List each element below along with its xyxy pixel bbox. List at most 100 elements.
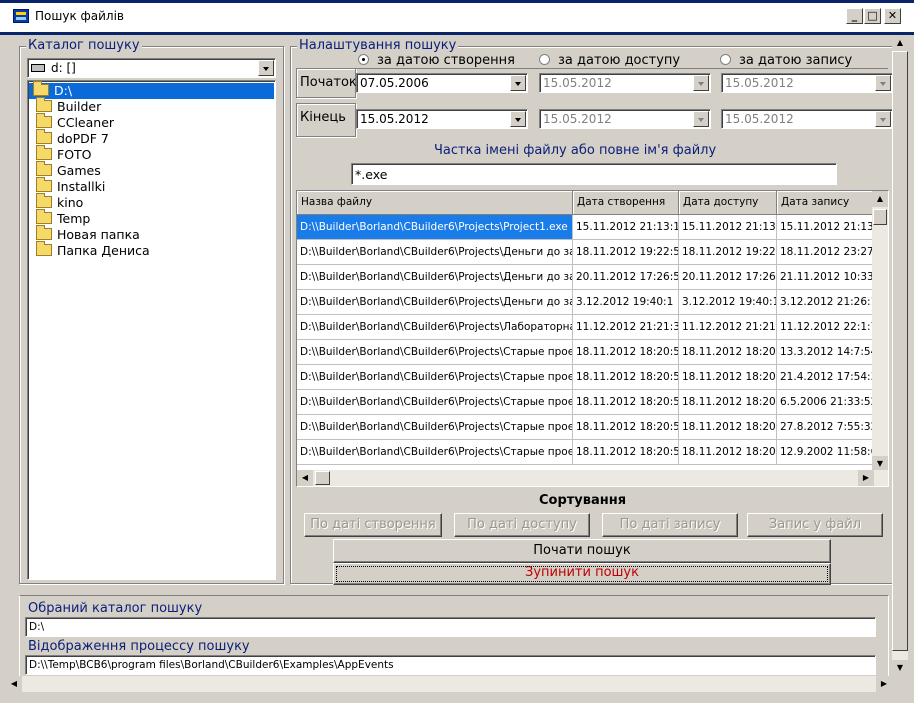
app-icon [13, 9, 29, 23]
folder-icon [36, 145, 52, 160]
chosen-catalog-label: Обраний каталог пошуку [28, 601, 203, 616]
folder-icon [36, 193, 52, 208]
column-header[interactable]: Дата створення [573, 191, 679, 215]
window-scroll-down-icon[interactable]: ▼ [892, 660, 908, 676]
table-cell: 18.11.2012 18:20:53 [679, 440, 777, 465]
radio-dot-created[interactable] [358, 54, 369, 65]
table-cell: D:\\Builder\Borland\CBuilder6\Projects\С… [297, 440, 573, 465]
grid-header: Назва файлу Дата створення Дата доступу Дат… [297, 191, 874, 215]
table-cell: 3.12.2012 19:40:1 [679, 290, 777, 315]
table-cell: D:\\Builder\Borland\CBuilder6\Projects\P… [297, 215, 573, 240]
table-row[interactable]: D:\\Builder\Borland\CBuilder6\Projects\С… [297, 390, 874, 415]
radio-by-created[interactable]: за датою створення [358, 53, 515, 68]
end-created-value: 15.05.2012 [360, 112, 429, 126]
table-cell: 11.12.2012 21:21:39 [573, 315, 679, 340]
sort-by-written-button[interactable]: По даті запису [602, 513, 738, 537]
window-vertical-scrollbar[interactable]: ▲ ▼ [892, 35, 908, 676]
window-horizontal-scrollbar[interactable]: ◀ ▶ [6, 676, 892, 692]
radio-by-accessed[interactable]: за датою доступу [539, 53, 680, 68]
folder-tree-item[interactable]: D:\ [29, 81, 274, 99]
folder-tree[interactable]: D:\ Builder CCleaner doPDF 7 FOTO Games Instal… [27, 80, 276, 580]
folder-tree-item[interactable]: Builder [36, 97, 101, 115]
folder-tree-label: Папка Дениса [57, 243, 150, 258]
table-row[interactable]: D:\\Builder\Borland\CBuilder6\Projects\Д… [297, 290, 874, 315]
folder-tree-item[interactable]: Новая папка [36, 225, 140, 243]
drive-dropdown-button[interactable] [258, 60, 274, 76]
save-to-file-button[interactable]: Запис у файл [747, 513, 883, 537]
start-label-box: Початок [296, 68, 357, 98]
folder-icon [36, 209, 52, 224]
grid-hscroll-thumb[interactable] [315, 471, 330, 485]
stop-search-button[interactable]: Зупинити пошук [333, 563, 831, 585]
results-grid[interactable]: Назва файлу Дата створення Дата доступу Дат… [296, 190, 889, 487]
table-cell: 3.12.2012 21:26:14 [777, 290, 874, 315]
table-cell: 18.11.2012 18:20:50 [573, 365, 679, 390]
maximize-button[interactable]: □ [864, 8, 881, 24]
start-label: Початок [300, 75, 357, 90]
column-header[interactable]: Назва файлу [297, 191, 573, 215]
radio-by-written[interactable]: за датою запису [720, 53, 852, 68]
grid-horizontal-scrollbar[interactable]: ◀ ▶ [297, 470, 888, 486]
table-cell: D:\\Builder\Borland\CBuilder6\Projects\Д… [297, 265, 573, 290]
column-header[interactable]: Дата доступу [679, 191, 777, 215]
folder-icon [36, 129, 52, 144]
table-row[interactable]: D:\\Builder\Borland\CBuilder6\Projects\С… [297, 365, 874, 390]
chosen-catalog-field[interactable]: D:\ [25, 617, 876, 637]
table-row[interactable]: D:\\Builder\Borland\CBuilder6\Projects\Л… [297, 315, 874, 340]
radio-label-written: за датою запису [739, 53, 853, 68]
table-cell: 21.11.2012 10:33:3 [777, 265, 874, 290]
table-row[interactable]: D:\\Builder\Borland\CBuilder6\Projects\С… [297, 440, 874, 465]
folder-tree-item[interactable]: doPDF 7 [36, 129, 109, 147]
start-created-date[interactable]: 07.05.2006 [356, 73, 528, 93]
scroll-up-icon[interactable]: ▲ [872, 191, 888, 207]
start-written-value: 15.05.2012 [725, 76, 794, 90]
window-scroll-right-icon[interactable]: ▶ [876, 676, 892, 692]
table-row[interactable]: D:\\Builder\Borland\CBuilder6\Projects\P… [297, 215, 874, 240]
start-created-dropdown[interactable] [510, 75, 526, 91]
table-cell: 18.11.2012 18:20:53 [573, 440, 679, 465]
scroll-right-icon[interactable]: ▶ [858, 470, 874, 486]
folder-tree-item[interactable]: Games [36, 161, 101, 179]
folder-tree-item[interactable]: CCleaner [36, 113, 114, 131]
table-cell: 11.12.2012 21:21:39 [679, 315, 777, 340]
table-cell: 27.8.2012 7:55:32 [777, 415, 874, 440]
folder-tree-label: FOTO [57, 147, 92, 162]
radio-label-accessed: за датою доступу [558, 53, 681, 68]
table-cell: 3.12.2012 19:40:1 [573, 290, 679, 315]
sort-by-created-button[interactable]: По даті створення [304, 513, 442, 537]
radio-dot-accessed[interactable] [539, 54, 550, 65]
scroll-left-icon[interactable]: ◀ [297, 470, 313, 486]
minimize-button[interactable]: _ [846, 8, 863, 24]
end-created-date[interactable]: 15.05.2012 [356, 109, 528, 129]
end-created-dropdown[interactable] [510, 111, 526, 127]
table-row[interactable]: D:\\Builder\Borland\CBuilder6\Projects\С… [297, 340, 874, 365]
search-progress-field[interactable]: D:\\Temp\BCB6\program files\Borland\CBui… [25, 655, 876, 675]
folder-tree-label: doPDF 7 [57, 131, 109, 146]
folder-tree-label: Новая папка [57, 227, 140, 242]
table-row[interactable]: D:\\Builder\Borland\CBuilder6\Projects\С… [297, 415, 874, 440]
column-header[interactable]: Дата запису [777, 191, 874, 215]
file-name-input[interactable]: *.exe [351, 163, 837, 185]
table-cell: 18.11.2012 19:22:53 [679, 240, 777, 265]
table-cell: 20.11.2012 17:26:57 [679, 265, 777, 290]
window-scroll-up-icon[interactable]: ▲ [892, 35, 908, 51]
sort-by-accessed-button[interactable]: По даті доступу [454, 513, 590, 537]
window-scroll-left-icon[interactable]: ◀ [6, 676, 22, 692]
radio-dot-written[interactable] [720, 54, 731, 65]
grid-vscroll-thumb[interactable] [873, 209, 887, 225]
folder-tree-label: Games [57, 163, 101, 178]
table-cell: 15.11.2012 21:13:14 [777, 215, 874, 240]
folder-tree-label: Installki [57, 179, 106, 194]
folder-tree-item[interactable]: Папка Дениса [36, 241, 150, 259]
window-vscroll-thumb[interactable] [892, 51, 908, 651]
table-row[interactable]: D:\\Builder\Borland\CBuilder6\Projects\Д… [297, 265, 874, 290]
folder-tree-item[interactable]: Installki [36, 177, 106, 195]
table-cell: 18.11.2012 18:20:53 [573, 415, 679, 440]
drive-select[interactable]: d: [] [27, 58, 276, 78]
folder-icon [36, 177, 52, 192]
close-button[interactable]: ✕ [884, 8, 901, 24]
folder-tree-label: D:\ [54, 83, 73, 98]
table-row[interactable]: D:\\Builder\Borland\CBuilder6\Projects\Д… [297, 240, 874, 265]
grid-vertical-scrollbar[interactable]: ▲ ▼ [872, 191, 888, 472]
start-search-button[interactable]: Почати пошук [333, 539, 831, 563]
